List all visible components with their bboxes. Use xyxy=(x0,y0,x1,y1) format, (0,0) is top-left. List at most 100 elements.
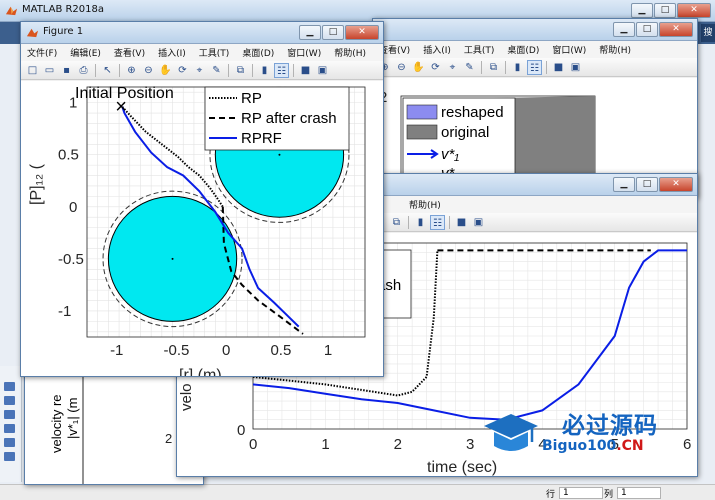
obstacle-center xyxy=(171,257,174,260)
menu-item[interactable]: 工具(T) xyxy=(199,46,230,59)
menu-item[interactable]: 帮助(H) xyxy=(334,46,366,59)
menu-item[interactable]: 窗口(W) xyxy=(287,46,321,59)
menu-item[interactable]: 帮助(H) xyxy=(599,43,631,56)
close-button[interactable]: ✕ xyxy=(345,25,379,40)
zoom-out-icon[interactable]: ⊖ xyxy=(394,60,409,75)
x-tick-label: 2 xyxy=(394,436,402,453)
figure2-titlebar[interactable]: ▁ □ ✕ xyxy=(373,19,697,41)
toolbar-separator xyxy=(252,63,253,77)
hide-plottools-icon[interactable]: ■ xyxy=(298,63,313,78)
zoom-out-icon[interactable]: ⊖ xyxy=(141,63,156,78)
toolbar-separator xyxy=(119,63,120,77)
menu-item[interactable]: 插入(I) xyxy=(158,46,186,59)
figure-icon xyxy=(26,28,39,38)
data-cursor-icon[interactable]: ⌖ xyxy=(192,63,207,78)
legend-original: original xyxy=(441,124,489,141)
zoom-in-icon[interactable]: ⊕ xyxy=(124,63,139,78)
variable-icon xyxy=(4,452,15,461)
link-icon[interactable]: ⧉ xyxy=(486,60,501,75)
close-button[interactable]: ✕ xyxy=(659,177,693,192)
menu-item[interactable]: 编辑(E) xyxy=(70,46,101,59)
new-figure-icon[interactable]: □ xyxy=(25,63,40,78)
menu-item[interactable]: 窗口(W) xyxy=(552,43,586,56)
figure2-window[interactable]: ▁ □ ✕ 查看(V) 插入(I) 工具(T) 桌面(D) 窗口(W) 帮助(H) ⊕ ⊖… xyxy=(372,18,698,198)
close-button[interactable]: ✕ xyxy=(659,22,693,37)
hide-plottools-icon[interactable]: ■ xyxy=(454,215,469,230)
figure3-ytick: 0 xyxy=(237,422,245,439)
legend-rp: RP xyxy=(241,90,262,107)
menu-item[interactable]: 文件(F) xyxy=(27,46,57,59)
figure1-legend[interactable]: RP RP after crash RPRF xyxy=(204,86,350,151)
link-icon[interactable]: ⧉ xyxy=(389,215,404,230)
print-icon[interactable]: ⎙ xyxy=(76,63,91,78)
status-col-value: 1 xyxy=(617,487,661,499)
minimize-button[interactable]: ▁ xyxy=(299,25,321,40)
watermark-main: 必过源码 xyxy=(562,413,658,439)
colorbar-icon[interactable]: ▮ xyxy=(510,60,525,75)
toolbar-separator xyxy=(505,60,506,74)
legend-rprf: RPRF xyxy=(241,130,282,147)
toolbar-separator xyxy=(228,63,229,77)
menu-item[interactable]: 桌面(D) xyxy=(242,46,274,59)
watermark: 必过源码 Biguo100.CN xyxy=(480,404,710,466)
x-tick-label: -0.5 xyxy=(164,342,190,359)
pan-icon[interactable]: ✋ xyxy=(411,60,426,75)
matlab-search-edge: 搜 xyxy=(701,24,715,42)
graduation-cap-icon xyxy=(484,414,538,451)
toolbar-separator xyxy=(449,215,450,229)
figure1-canvas: -1 -0.5 0 0.5 1 1 0.5 0 -0.5 -1 Initial Position… xyxy=(21,81,383,384)
link-icon[interactable]: ⧉ xyxy=(233,63,248,78)
rotate-icon[interactable]: ⟳ xyxy=(428,60,443,75)
matlab-logo-icon xyxy=(5,6,18,16)
menu-item[interactable]: 桌面(D) xyxy=(507,43,539,56)
pan-icon[interactable]: ✋ xyxy=(158,63,173,78)
show-plottools-icon[interactable]: ▣ xyxy=(471,215,486,230)
colorbar-icon[interactable]: ▮ xyxy=(257,63,272,78)
save-icon[interactable]: ▪ xyxy=(59,63,74,78)
watermark-sub: Biguo100 xyxy=(542,438,617,454)
rotate-icon[interactable]: ⟳ xyxy=(175,63,190,78)
close-button[interactable]: ✕ xyxy=(677,3,711,18)
maximize-button[interactable]: □ xyxy=(636,22,658,37)
variable-icon xyxy=(4,382,15,391)
brush-icon[interactable]: ✎ xyxy=(462,60,477,75)
legend-reshaped: reshaped xyxy=(441,104,504,121)
legend-icon[interactable]: ☷ xyxy=(274,62,289,78)
menu-item[interactable]: 查看(V) xyxy=(114,46,145,59)
maximize-button[interactable]: □ xyxy=(654,3,676,18)
figure3-ylabel: velo xyxy=(178,383,195,411)
minimize-button[interactable]: ▁ xyxy=(613,177,635,192)
toolbar-separator xyxy=(293,63,294,77)
menu-item[interactable]: 工具(T) xyxy=(464,43,495,56)
figure1-window[interactable]: Figure 1 ▁ □ ✕ 文件(F) 编辑(E) 查看(V) 插入(I) 工具(T)… xyxy=(20,21,384,384)
data-cursor-icon[interactable]: ⌖ xyxy=(445,60,460,75)
matlab-title: MATLAB R2018a xyxy=(22,4,105,15)
figure1-yticks: 10.50-0.5-1 xyxy=(58,95,84,320)
figure2-legend[interactable]: reshaped original v*₁ v*₁ xyxy=(402,97,516,182)
colorbar-icon[interactable]: ▮ xyxy=(413,215,428,230)
show-plottools-icon[interactable]: ▣ xyxy=(568,60,583,75)
minimize-button[interactable]: ▁ xyxy=(613,22,635,37)
figure1-titlebar[interactable]: Figure 1 ▁ □ ✕ xyxy=(21,22,383,44)
hide-plottools-icon[interactable]: ■ xyxy=(551,60,566,75)
brush-icon[interactable]: ✎ xyxy=(209,63,224,78)
legend-icon[interactable]: ☷ xyxy=(430,214,445,230)
toolbar-separator xyxy=(481,60,482,74)
legend-icon[interactable]: ☷ xyxy=(527,59,542,75)
watermark-tld: .CN xyxy=(616,438,644,454)
show-plottools-icon[interactable]: ▣ xyxy=(315,63,330,78)
status-col-label: 列 xyxy=(603,490,613,500)
figure4-ylabel2: |v*₁| (m xyxy=(65,398,80,439)
edit-plot-icon[interactable]: ↖ xyxy=(100,63,115,78)
menu-item[interactable]: 插入(I) xyxy=(423,43,451,56)
maximize-button[interactable]: □ xyxy=(636,177,658,192)
maximize-button[interactable]: □ xyxy=(322,25,344,40)
figure1-title: Figure 1 xyxy=(43,26,84,37)
minimize-button[interactable]: ▁ xyxy=(631,3,653,18)
menu-item[interactable]: 帮助(H) xyxy=(409,198,441,211)
y-tick-label: -0.5 xyxy=(58,251,84,268)
open-file-icon[interactable]: ▭ xyxy=(42,63,57,78)
figure2-menubar: 查看(V) 插入(I) 工具(T) 桌面(D) 窗口(W) 帮助(H) xyxy=(373,41,697,58)
workspace-panel[interactable] xyxy=(0,366,22,482)
toolbar-separator xyxy=(95,63,96,77)
